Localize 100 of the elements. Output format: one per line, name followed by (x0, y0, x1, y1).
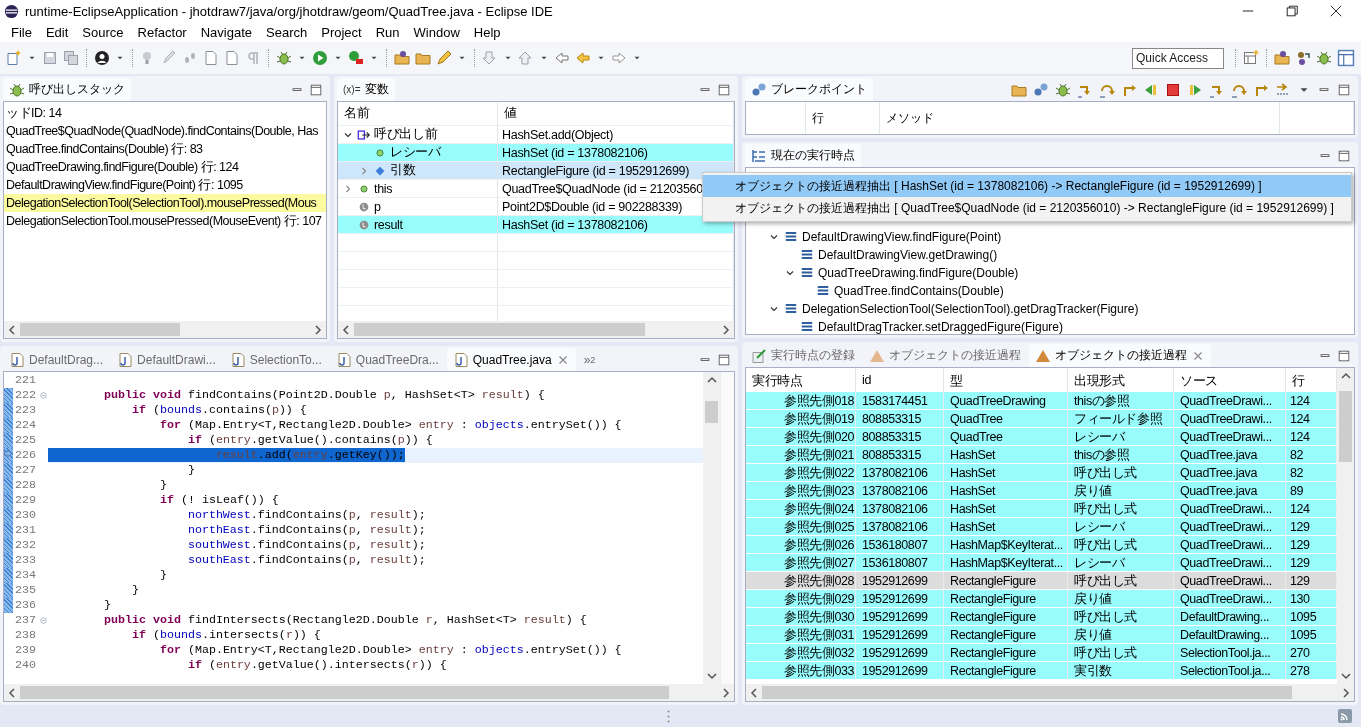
column-header[interactable]: 名前 (344, 105, 370, 122)
play-icon[interactable] (312, 50, 328, 66)
scrollbar-thumb[interactable] (705, 400, 718, 424)
menu-item[interactable]: Navigate (193, 24, 259, 40)
tree-item[interactable]: QuadTree.findContains(Double) (834, 284, 1004, 298)
maximize-icon[interactable] (717, 352, 731, 367)
tree-icon[interactable] (751, 147, 767, 164)
column-header[interactable]: メソッド (886, 111, 934, 125)
tab[interactable]: 呼び出しスタック (3, 78, 131, 101)
tab[interactable]: 実行時点の登録 (745, 344, 861, 367)
save-all-icon[interactable] (63, 50, 79, 66)
quick-access-field[interactable]: Quick Access (1132, 47, 1224, 69)
menu-item[interactable]: Refactor (130, 24, 194, 40)
stack-frame[interactable]: QuadTree.findContains(Double) 行: 83 (4, 140, 326, 158)
document-icon[interactable] (224, 50, 240, 66)
scrollbar-thumb[interactable] (762, 686, 1292, 699)
table-row[interactable]: 参照先側031 1952912699 RectangleFigure 戻り値 DefaultDrawing... 1095 (746, 626, 1337, 644)
tab[interactable]: オブジェクトの接近過程 (863, 344, 1027, 367)
tab[interactable]: SelectionTo... (223, 348, 328, 371)
folder-icon[interactable] (394, 50, 410, 66)
variable-row[interactable]: レシーバ HashSet (id = 1378082106) (338, 144, 734, 162)
menu-item[interactable]: オブジェクトの接近過程抽出 [ HashSet (id = 1378082106) -> RectangleFigure (id = 1952912699) ] (703, 175, 1351, 197)
maximize-icon[interactable] (309, 82, 323, 97)
user-icon[interactable] (94, 50, 110, 66)
stack-frame[interactable]: DelegationSelectionTool.mousePressed(MouseEvent) 行: 107 (4, 212, 326, 230)
vertical-scrollbar[interactable] (703, 372, 720, 684)
arrow-down-icon[interactable] (482, 50, 498, 66)
table-row[interactable]: 参照先側024 1378082106 HashSet 呼び出し式 QuadTreeDrawi... 124 (746, 500, 1337, 518)
maximize-icon[interactable] (1337, 348, 1351, 363)
file-icon[interactable] (9, 351, 25, 368)
file-icon[interactable] (229, 351, 246, 368)
menu-item[interactable]: Run (368, 24, 407, 40)
feed-icon[interactable] (1337, 708, 1353, 724)
run-tool-icon[interactable] (348, 50, 364, 66)
tree-item[interactable]: DefaultDrawingView.getDrawing() (818, 248, 998, 262)
arrow-left-icon[interactable] (575, 50, 591, 66)
table-row[interactable]: 参照先側029 1952912699 RectangleFigure 戻り値 QuadTreeDrawi... 130 (746, 590, 1337, 608)
stack-frame[interactable]: DefaultDrawingView.findFigure(Point) 行: 1095 (4, 176, 326, 194)
table-row[interactable]: 参照先側022 1378082106 HashSet 呼び出し式 QuadTree.java 82 (746, 464, 1337, 482)
menu-item[interactable]: Window (406, 24, 467, 40)
horizontal-scrollbar[interactable] (4, 684, 734, 701)
maximize-icon[interactable] (1337, 148, 1351, 163)
tab[interactable]: QuadTreeDra... (329, 348, 445, 371)
stop-icon[interactable] (1165, 81, 1181, 98)
arrow-up-icon[interactable] (518, 50, 534, 66)
table-row[interactable]: 参照先側027 1536180807 HashMap$KeyIterat... レシーバ QuadTreeDrawi... 129 (746, 554, 1337, 572)
plugin-icon[interactable] (1295, 50, 1311, 66)
table-row[interactable]: 参照先側025 1378082106 HashSet レシーバ QuadTreeDrawi... 129 (746, 518, 1337, 536)
scrollbar-thumb[interactable] (1339, 390, 1352, 462)
variable-row[interactable]: result HashSet (id = 1378082106) (338, 216, 734, 234)
scrollbar-thumb[interactable] (354, 323, 646, 336)
scrollbar-thumb[interactable] (20, 686, 670, 699)
table-row[interactable]: 参照先側021 808853315 HashSet thisの参照 QuadTree.java 82 (746, 446, 1337, 464)
tab[interactable]: DefaultDrawi... (111, 348, 222, 371)
menu-item[interactable]: Source (75, 24, 131, 40)
horizontal-scrollbar[interactable] (746, 684, 1354, 701)
circles-icon[interactable] (1033, 81, 1049, 98)
document-icon[interactable] (203, 50, 219, 66)
document-icon[interactable] (751, 347, 767, 364)
stack-frame[interactable]: ッドID: 14 (4, 104, 326, 122)
pencil-icon[interactable] (436, 50, 452, 66)
restore-icon[interactable] (1285, 4, 1299, 18)
table-row[interactable]: 参照先側019 808853315 QuadTree フィールド参照 QuadTreeDrawi... 124 (746, 410, 1337, 428)
tree-item[interactable]: DelegationSelectionTool(SelectionTool).getDragTracker(Figure) (802, 302, 1139, 316)
tree-item[interactable]: DefaultDrawingView.findFigure(Point) (802, 230, 1002, 244)
close-icon[interactable] (1329, 4, 1343, 18)
table-row[interactable]: 参照先側026 1536180807 HashMap$KeyIterat... 呼び出し式 QuadTreeDrawi... 129 (746, 536, 1337, 554)
table-row[interactable]: 参照先側028 1952912699 RectangleFigure 呼び出し式 QuadTreeDrawi... 129 (746, 572, 1337, 590)
arrow-right-icon[interactable] (611, 50, 627, 66)
folder-icon[interactable] (415, 50, 431, 66)
layout-icon[interactable] (1337, 49, 1355, 67)
tab[interactable]: QuadTree.java (446, 348, 576, 371)
tab[interactable]: DefaultDrag... (3, 348, 110, 371)
bug-icon[interactable] (1316, 50, 1332, 66)
stack-frame[interactable]: QuadTree$QuadNode(QuadNode).findContains(Double, Has (4, 122, 326, 140)
stack-frame[interactable]: QuadTreeDrawing.findFigure(Double) 行: 124 (4, 158, 326, 176)
bug-icon[interactable] (1055, 81, 1071, 98)
vertical-scrollbar[interactable] (1337, 368, 1354, 684)
maximize-icon[interactable] (1337, 82, 1351, 97)
bug-icon[interactable] (9, 81, 25, 98)
horizontal-scrollbar[interactable] (4, 321, 326, 338)
drop-frame-icon[interactable] (1275, 81, 1291, 98)
arrow-back-icon[interactable] (554, 50, 570, 66)
save-icon[interactable] (42, 50, 58, 66)
maximize-icon[interactable] (717, 82, 731, 97)
table-row[interactable]: 参照先側018 1583174451 QuadTreeDrawing thisの参照 QuadTreeDrawi... 124 (746, 392, 1337, 410)
column-header[interactable]: 行 (812, 111, 824, 125)
file-icon[interactable] (335, 351, 352, 368)
table-row[interactable]: 参照先側030 1952912699 RectangleFigure 呼び出し式 DefaultDrawing... 1095 (746, 608, 1337, 626)
table-row[interactable]: 参照先側032 1952912699 RectangleFigure 呼び出し式 SelectionTool.ja... 270 (746, 644, 1337, 662)
menu-item[interactable]: File (4, 24, 39, 40)
new-file-icon[interactable] (6, 50, 22, 66)
menu-item[interactable]: Project (314, 24, 369, 40)
circles-icon[interactable] (751, 81, 767, 98)
tree-item[interactable]: DefaultDragTracker.setDraggedFigure(Figure) (818, 320, 1063, 334)
tab[interactable]: 現在の実行時点 (745, 144, 861, 167)
table-row[interactable]: 参照先側023 1378082106 HashSet 戻り値 QuadTree.java 89 (746, 482, 1337, 500)
tab[interactable]: (x)= 変数 (337, 78, 395, 101)
new-window-icon[interactable] (1243, 50, 1259, 66)
tab[interactable]: ブレークポイント (745, 78, 873, 101)
